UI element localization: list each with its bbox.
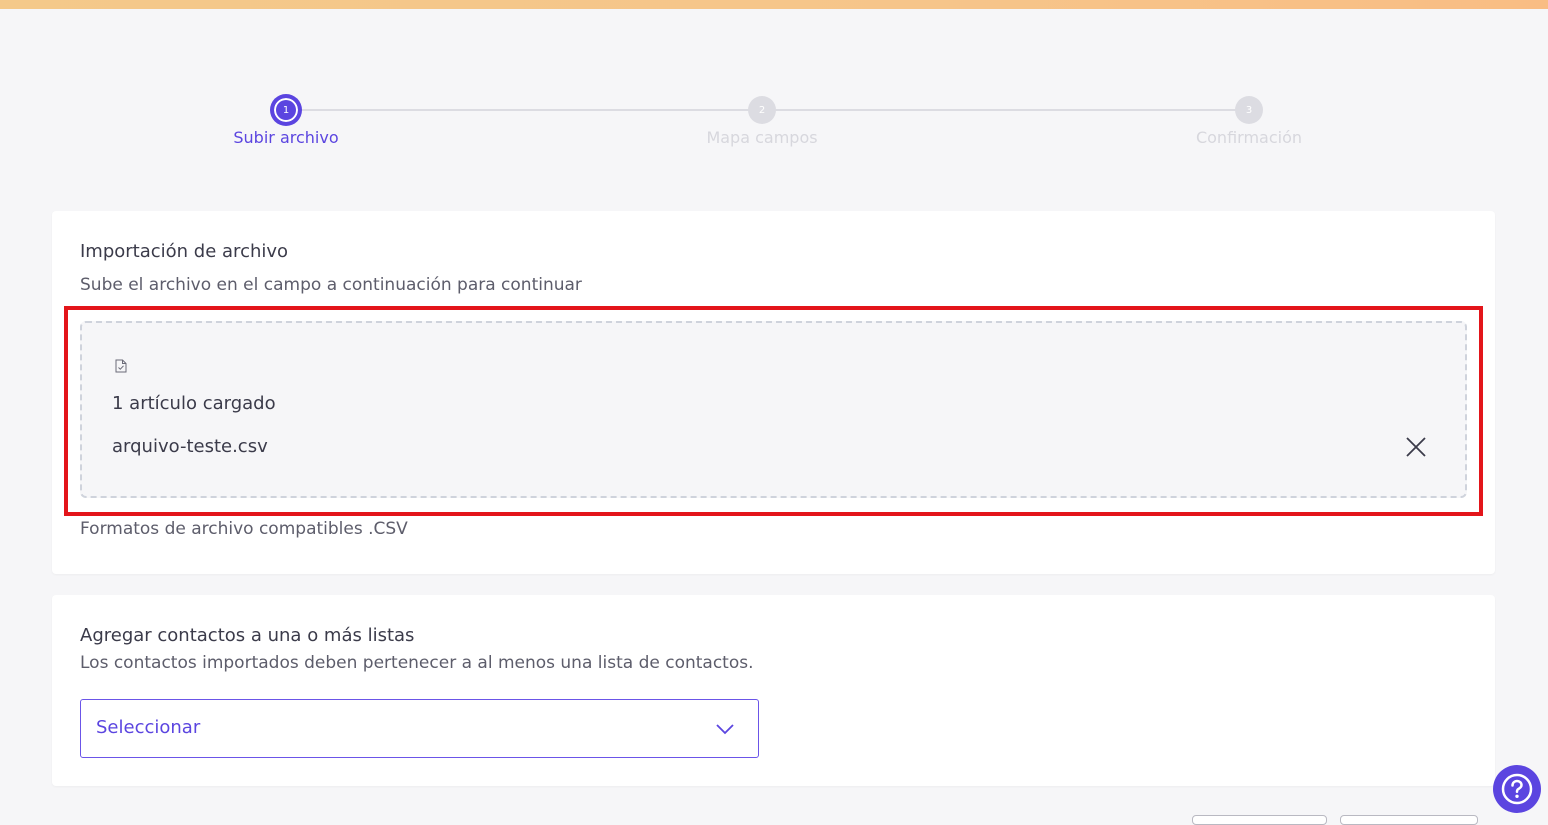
step-label: Subir archivo xyxy=(233,128,339,147)
card-title: Importación de archivo xyxy=(80,241,289,262)
card-subtitle: Los contactos importados deben pertenece… xyxy=(80,653,754,673)
uploaded-count: 1 artículo cargado xyxy=(112,393,276,414)
contact-lists-card: Agregar contactos a una o más listas Los… xyxy=(52,595,1495,786)
import-stepper: 1 Subir archivo 2 Mapa campos 3 Confirma… xyxy=(0,96,1548,156)
file-check-icon xyxy=(115,359,127,373)
step-upload-file[interactable]: 1 Subir archivo xyxy=(186,96,386,147)
step-number: 1 xyxy=(272,96,300,124)
card-title: Agregar contactos a una o más listas xyxy=(80,625,415,646)
select-value: Seleccionar xyxy=(96,717,201,738)
step-map-fields[interactable]: 2 Mapa campos xyxy=(662,96,862,147)
question-circle-icon xyxy=(1501,773,1533,805)
step-label: Mapa campos xyxy=(706,128,818,147)
step-number: 3 xyxy=(1235,96,1263,124)
close-icon[interactable] xyxy=(1404,435,1428,459)
supported-formats: Formatos de archivo compatibles .CSV xyxy=(80,519,408,539)
uploaded-file-name: arquivo-teste.csv xyxy=(112,436,268,457)
step-number: 2 xyxy=(748,96,776,124)
step-label: Confirmación xyxy=(1195,128,1303,147)
top-accent-bar xyxy=(0,0,1548,9)
chevron-down-icon xyxy=(716,724,734,735)
help-button[interactable] xyxy=(1493,765,1541,813)
file-import-card: Importación de archivo Sube el archivo e… xyxy=(52,211,1495,574)
step-confirmation[interactable]: 3 Confirmación xyxy=(1149,96,1349,147)
card-subtitle: Sube el archivo en el campo a continuaci… xyxy=(80,275,582,295)
contact-list-select[interactable]: Seleccionar xyxy=(80,699,759,758)
file-dropzone[interactable]: 1 artículo cargado arquivo-teste.csv xyxy=(80,321,1467,498)
